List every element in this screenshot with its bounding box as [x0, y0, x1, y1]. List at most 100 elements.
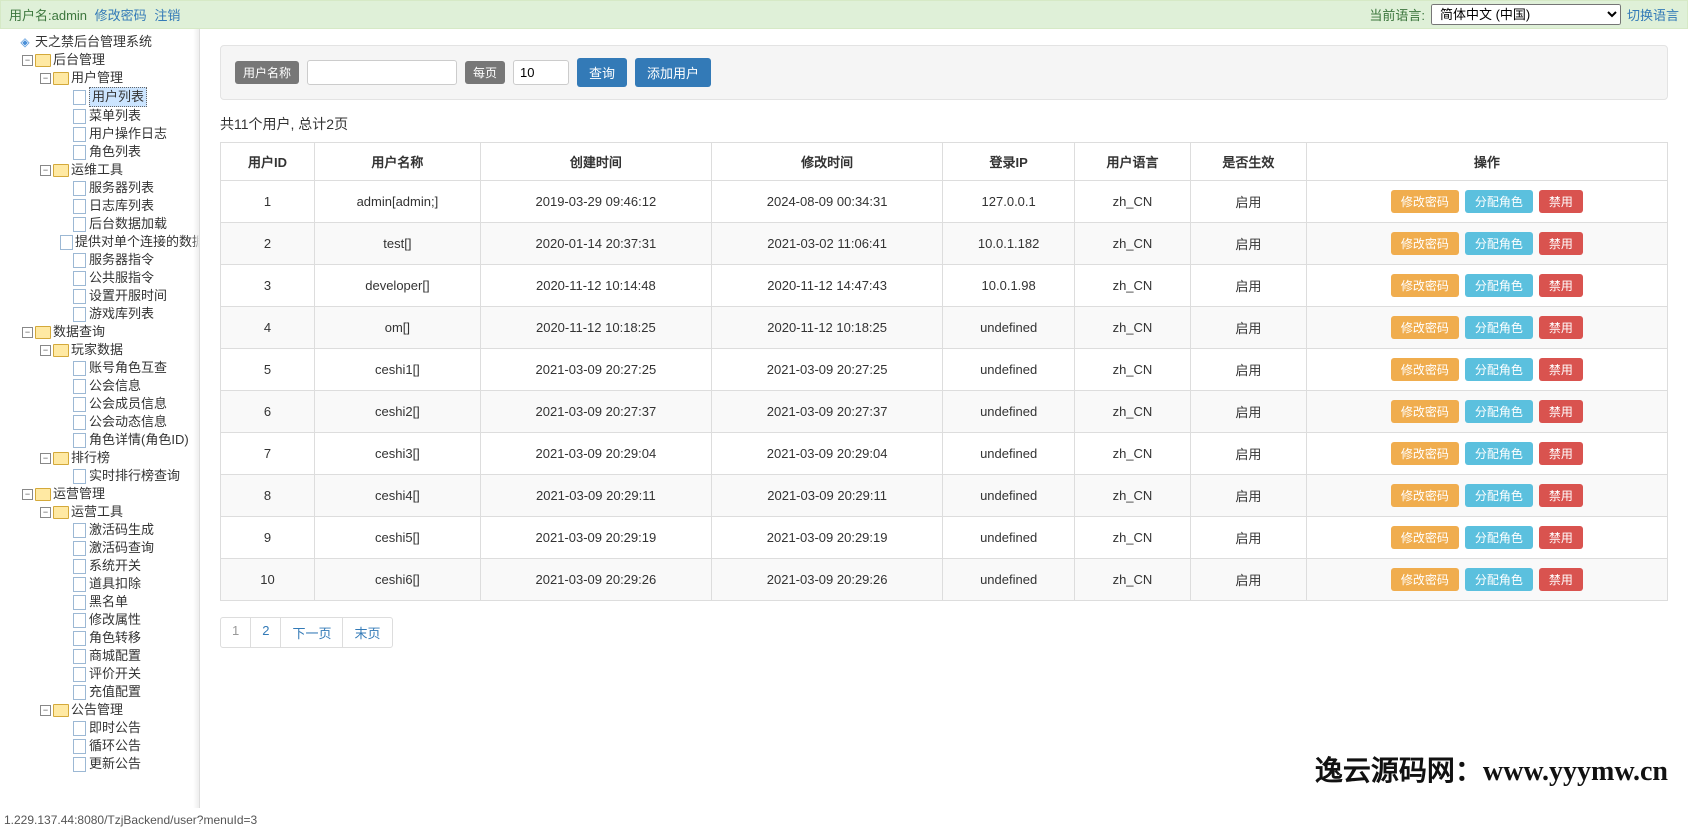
disable-button[interactable]: 禁用	[1539, 442, 1583, 465]
tree-acct-role-xcheck[interactable]: 账号角色互查	[58, 359, 199, 377]
disable-button[interactable]: 禁用	[1539, 484, 1583, 507]
tree-menu-list[interactable]: 菜单列表	[58, 107, 199, 125]
tree-activation-gen[interactable]: 激活码生成	[58, 521, 199, 539]
page-2[interactable]: 2	[250, 617, 281, 648]
tree-public-cmd[interactable]: 公共服指令	[58, 269, 199, 287]
tree-modify-attr[interactable]: 修改属性	[58, 611, 199, 629]
assign-role-button[interactable]: 分配角色	[1465, 442, 1533, 465]
change-password-button[interactable]: 修改密码	[1391, 316, 1459, 339]
root-icon	[17, 35, 33, 49]
tree-loop-notice[interactable]: 循环公告	[58, 737, 199, 755]
tree-review-switch[interactable]: 评价开关	[58, 665, 199, 683]
tree-instant-notice[interactable]: 即时公告	[58, 719, 199, 737]
tree-role-list[interactable]: 角色列表	[58, 143, 199, 161]
tree-activation-query[interactable]: 激活码查询	[58, 539, 199, 557]
assign-role-button[interactable]: 分配角色	[1465, 568, 1533, 591]
disable-button[interactable]: 禁用	[1539, 358, 1583, 381]
perpage-input[interactable]	[513, 60, 569, 85]
tree-set-open-time[interactable]: 设置开服时间	[58, 287, 199, 305]
user-table: 用户ID用户名称创建时间修改时间登录IP用户语言是否生效操作 1admin[ad…	[220, 142, 1668, 601]
page-icon	[71, 523, 87, 537]
tree-guild-info[interactable]: 公会信息	[58, 377, 199, 395]
assign-role-button[interactable]: 分配角色	[1465, 232, 1533, 255]
tree-root[interactable]: 天之禁后台管理系统	[4, 33, 199, 51]
change-password-button[interactable]: 修改密码	[1391, 358, 1459, 381]
disable-button[interactable]: 禁用	[1539, 568, 1583, 591]
tree-notice-mgmt[interactable]: −公告管理	[40, 701, 199, 719]
switch-language-link[interactable]: 切换语言	[1627, 5, 1679, 24]
tree-realtime-leaderboard[interactable]: 实时排行榜查询	[58, 467, 199, 485]
page-next[interactable]: 下一页	[280, 617, 343, 648]
change-password-link[interactable]: 修改密码	[95, 8, 147, 23]
tree-role-detail[interactable]: 角色详情(角色ID)	[58, 431, 199, 449]
collapse-icon[interactable]: −	[40, 453, 51, 464]
tree-mall-config[interactable]: 商城配置	[58, 647, 199, 665]
tree-backend-data-load[interactable]: 后台数据加载	[58, 215, 199, 233]
assign-role-button[interactable]: 分配角色	[1465, 316, 1533, 339]
tree-item-deduct[interactable]: 道具扣除	[58, 575, 199, 593]
change-password-button[interactable]: 修改密码	[1391, 484, 1459, 507]
disable-button[interactable]: 禁用	[1539, 232, 1583, 255]
tree-server-cmd[interactable]: 服务器指令	[58, 251, 199, 269]
assign-role-button[interactable]: 分配角色	[1465, 400, 1533, 423]
disable-button[interactable]: 禁用	[1539, 316, 1583, 339]
username-input[interactable]	[307, 60, 457, 85]
disable-button[interactable]: 禁用	[1539, 526, 1583, 549]
username-label: 用户名:	[9, 8, 52, 23]
change-password-button[interactable]: 修改密码	[1391, 232, 1459, 255]
assign-role-button[interactable]: 分配角色	[1465, 358, 1533, 381]
tree-ops-tools[interactable]: −运维工具	[40, 161, 199, 179]
collapse-icon[interactable]: −	[22, 55, 33, 66]
tree-leaderboard[interactable]: −排行榜	[40, 449, 199, 467]
page-icon	[71, 109, 87, 123]
col-header: 用户ID	[221, 143, 315, 181]
tree-recharge-config[interactable]: 充值配置	[58, 683, 199, 701]
tree-system-switch[interactable]: 系统开关	[58, 557, 199, 575]
change-password-button[interactable]: 修改密码	[1391, 274, 1459, 297]
tree-update-notice[interactable]: 更新公告	[58, 755, 199, 773]
sidebar-tree[interactable]: 天之禁后台管理系统 −后台管理 −用户管理 用户列表 菜单列表 用户操作日志	[0, 29, 200, 808]
disable-button[interactable]: 禁用	[1539, 274, 1583, 297]
change-password-button[interactable]: 修改密码	[1391, 400, 1459, 423]
disable-button[interactable]: 禁用	[1539, 400, 1583, 423]
query-button[interactable]: 查询	[577, 58, 627, 87]
table-row: 9ceshi5[]2021-03-09 20:29:192021-03-09 2…	[221, 517, 1668, 559]
collapse-icon[interactable]: −	[40, 165, 51, 176]
tree-guild-member-info[interactable]: 公会成员信息	[58, 395, 199, 413]
tree-data-query[interactable]: −数据查询	[22, 323, 199, 341]
tree-user-op-log[interactable]: 用户操作日志	[58, 125, 199, 143]
tree-role-transfer[interactable]: 角色转移	[58, 629, 199, 647]
assign-role-button[interactable]: 分配角色	[1465, 484, 1533, 507]
disable-button[interactable]: 禁用	[1539, 190, 1583, 213]
tree-guild-dynamic-info[interactable]: 公会动态信息	[58, 413, 199, 431]
tree-player-data[interactable]: −玩家数据	[40, 341, 199, 359]
tree-game-repo-list[interactable]: 游戏库列表	[58, 305, 199, 323]
tree-user-mgmt[interactable]: −用户管理	[40, 69, 199, 87]
language-select[interactable]: 简体中文 (中国)	[1431, 4, 1621, 25]
assign-role-button[interactable]: 分配角色	[1465, 274, 1533, 297]
tree-user-list[interactable]: 用户列表	[58, 87, 199, 107]
collapse-icon[interactable]: −	[22, 489, 33, 500]
watermark-text: 逸云源码网：www.yyymw.cn	[1315, 749, 1668, 789]
assign-role-button[interactable]: 分配角色	[1465, 526, 1533, 549]
page-last[interactable]: 末页	[342, 617, 392, 648]
collapse-icon[interactable]: −	[22, 327, 33, 338]
add-user-button[interactable]: 添加用户	[635, 58, 711, 87]
tree-single-conn-data[interactable]: 提供对单个连接的数据	[58, 233, 199, 251]
change-password-button[interactable]: 修改密码	[1391, 568, 1459, 591]
change-password-button[interactable]: 修改密码	[1391, 442, 1459, 465]
change-password-button[interactable]: 修改密码	[1391, 526, 1459, 549]
tree-operation-tools[interactable]: −运营工具	[40, 503, 199, 521]
collapse-icon[interactable]: −	[40, 345, 51, 356]
logout-link[interactable]: 注销	[154, 8, 180, 23]
tree-log-repo-list[interactable]: 日志库列表	[58, 197, 199, 215]
collapse-icon[interactable]: −	[40, 73, 51, 84]
collapse-icon[interactable]: −	[40, 705, 51, 716]
collapse-icon[interactable]: −	[40, 507, 51, 518]
tree-operation-mgmt[interactable]: −运营管理	[22, 485, 199, 503]
tree-blacklist[interactable]: 黑名单	[58, 593, 199, 611]
tree-backend-mgmt[interactable]: −后台管理	[22, 51, 199, 69]
tree-server-list[interactable]: 服务器列表	[58, 179, 199, 197]
assign-role-button[interactable]: 分配角色	[1465, 190, 1533, 213]
change-password-button[interactable]: 修改密码	[1391, 190, 1459, 213]
